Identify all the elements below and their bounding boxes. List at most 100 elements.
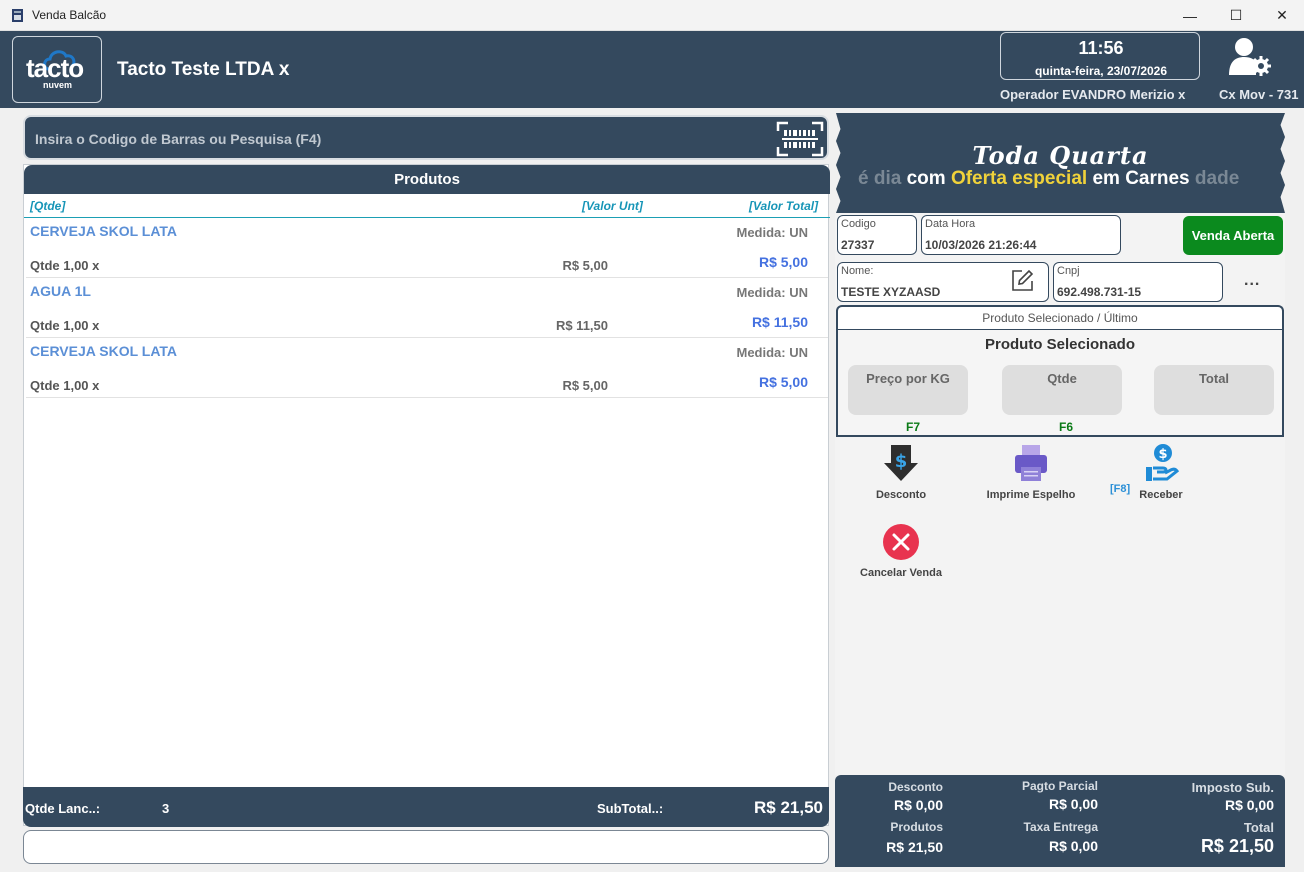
- product-medida: Medida: UN: [736, 285, 809, 300]
- edit-icon[interactable]: [1008, 267, 1036, 295]
- maximize-icon: ☐: [1229, 7, 1243, 23]
- receive-payment-icon: $: [1146, 444, 1179, 481]
- printer-icon: [1015, 445, 1047, 481]
- svg-text:$: $: [1158, 447, 1167, 462]
- banner-prefix: é dia: [858, 168, 907, 189]
- window-titlebar: Venda Balcão — ☐ ✕: [0, 0, 1304, 31]
- product-total: R$ 11,50: [751, 314, 808, 330]
- window-title: Venda Balcão: [32, 8, 107, 22]
- banner-suffix: dade: [1189, 168, 1240, 189]
- venda-aberta-button[interactable]: Venda Aberta: [1183, 216, 1283, 255]
- codigo-label: Codigo: [841, 218, 876, 230]
- cnpj-label: Cnpj: [1057, 265, 1080, 277]
- cancelar-venda-button[interactable]: Cancelar Venda: [846, 523, 956, 579]
- imprime-espelho-label: Imprime Espelho: [986, 489, 1076, 501]
- banner-title: Toda Quarta: [972, 141, 1149, 170]
- products-footer: Qtde Lanc..: 3 SubTotal..: R$ 21,50: [23, 787, 829, 827]
- product-qtde: Qtde 1,00 x: [30, 258, 100, 273]
- banner-highlight: Oferta especial: [950, 168, 1088, 189]
- codigo-field: Codigo 27337: [837, 215, 917, 255]
- user-settings-icon[interactable]: [1228, 35, 1272, 77]
- product-name: CERVEJA SKOL LATA: [30, 223, 178, 239]
- minimize-button[interactable]: —: [1167, 0, 1213, 31]
- product-row[interactable]: AGUA 1L Medida: UN Qtde 1,00 x R$ 11,50 …: [26, 278, 828, 338]
- desconto-total-value: R$ 0,00: [893, 797, 943, 813]
- promo-banner: Toda Quarta é dia com Oferta especial em…: [836, 113, 1285, 213]
- preco-por-kg-box[interactable]: Preço por KG: [848, 365, 968, 415]
- subtotal-value: R$ 21,50: [754, 798, 823, 817]
- banner-line: é dia com Oferta especial em Carnes dade: [858, 168, 1239, 190]
- barcode-scanner-icon[interactable]: [776, 121, 824, 157]
- nome-label: Nome:: [841, 265, 874, 277]
- product-unit-price: R$ 11,50: [555, 318, 608, 333]
- search-bar: [23, 115, 829, 160]
- imposto-sub-label: Imposto Sub.: [1191, 780, 1274, 795]
- product-row[interactable]: CERVEJA SKOL LATA Medida: UN Qtde 1,00 x…: [26, 218, 828, 278]
- clock-time: 11:56: [1078, 38, 1124, 58]
- barcode-search-input[interactable]: [35, 129, 735, 149]
- tab-produto-selecionado[interactable]: Produto Selecionado / Último: [836, 305, 1284, 329]
- product-unit-price: R$ 5,00: [562, 258, 608, 273]
- product-unit-price: R$ 5,00: [562, 378, 608, 393]
- product-name: CERVEJA SKOL LATA: [30, 343, 178, 359]
- qtde-box[interactable]: Qtde: [1002, 365, 1122, 415]
- datahora-label: Data Hora: [925, 218, 976, 230]
- observation-field[interactable]: [23, 830, 829, 864]
- product-qtde: Qtde 1,00 x: [30, 318, 100, 333]
- product-total: R$ 5,00: [758, 374, 808, 390]
- nome-field[interactable]: Nome: TESTE XYZAASD: [837, 262, 1049, 302]
- product-total: R$ 5,00: [758, 254, 808, 270]
- discount-arrow-icon: $: [884, 445, 918, 481]
- product-qtde: Qtde 1,00 x: [30, 378, 100, 393]
- product-name: AGUA 1L: [30, 283, 91, 299]
- cancelar-venda-label: Cancelar Venda: [860, 567, 942, 579]
- imprime-espelho-button[interactable]: Imprime Espelho: [976, 443, 1086, 501]
- minimize-icon: —: [1183, 7, 1197, 24]
- svg-text:$: $: [895, 451, 908, 472]
- product-medida: Medida: UN: [736, 225, 809, 240]
- products-column-headers: [Qtde] [Valor Unt] [Valor Total]: [24, 194, 830, 218]
- qtde-shortcut: F6: [1058, 420, 1073, 434]
- desconto-button[interactable]: $ Desconto: [846, 443, 956, 501]
- desconto-total-label: Desconto: [888, 780, 943, 794]
- cancel-icon: [883, 524, 919, 560]
- qtde-lanc-label: Qtde Lanc..:: [25, 801, 101, 816]
- produtos-total-value: R$ 21,50: [886, 839, 943, 855]
- receber-button[interactable]: $ Receber: [1106, 443, 1216, 501]
- preco-shortcut: F7: [905, 420, 920, 434]
- cnpj-value: 692.498.731-15: [1057, 285, 1142, 299]
- cnpj-field[interactable]: Cnpj 692.498.731-15: [1053, 262, 1223, 302]
- grand-total-value: R$ 21,50: [1200, 836, 1274, 856]
- clock-date: quinta-feira, 23/07/2026: [1034, 64, 1168, 78]
- desconto-label: Desconto: [875, 489, 927, 501]
- maximize-button[interactable]: ☐: [1213, 0, 1259, 31]
- grand-total-label: Total: [1243, 820, 1274, 835]
- qtde-label: Qtde: [1047, 371, 1077, 386]
- operator-name: Operador EVANDRO Merizio x: [1000, 87, 1186, 102]
- product-medida: Medida: UN: [736, 345, 809, 360]
- pagto-parcial-label: Pagto Parcial: [1021, 779, 1098, 793]
- company-name: Tacto Teste LTDA x: [117, 59, 290, 80]
- product-row[interactable]: CERVEJA SKOL LATA Medida: UN Qtde 1,00 x…: [26, 338, 828, 398]
- column-valor-total: [Valor Total]: [749, 199, 819, 213]
- pagto-parcial-value: R$ 0,00: [1048, 796, 1098, 812]
- total-box: Total: [1154, 365, 1274, 415]
- logo-sub: nuvem: [43, 80, 73, 90]
- preco-label: Preço por KG: [866, 371, 950, 386]
- taxa-entrega-label: Taxa Entrega: [1023, 820, 1098, 834]
- app-header: tacto nuvem Tacto Teste LTDA x 11:56 qui…: [0, 31, 1304, 108]
- produtos-total-label: Produtos: [890, 820, 943, 834]
- imposto-sub-value: R$ 0,00: [1224, 797, 1274, 813]
- more-options-icon[interactable]: ...: [1244, 272, 1260, 290]
- nome-value: TESTE XYZAASD: [841, 285, 941, 299]
- app-icon: [12, 9, 23, 22]
- close-icon: ✕: [1276, 7, 1288, 23]
- receber-label: Receber: [1139, 489, 1183, 501]
- products-title: Produtos: [24, 165, 830, 194]
- close-button[interactable]: ✕: [1259, 0, 1304, 31]
- clock: 11:56 quinta-feira, 23/07/2026: [1000, 32, 1200, 80]
- cash-movement: Cx Mov - 731: [1219, 87, 1299, 102]
- produto-selecionado-title: Produto Selecionado: [984, 336, 1135, 353]
- banner-com: com: [906, 168, 951, 189]
- total-label: Total: [1198, 371, 1230, 386]
